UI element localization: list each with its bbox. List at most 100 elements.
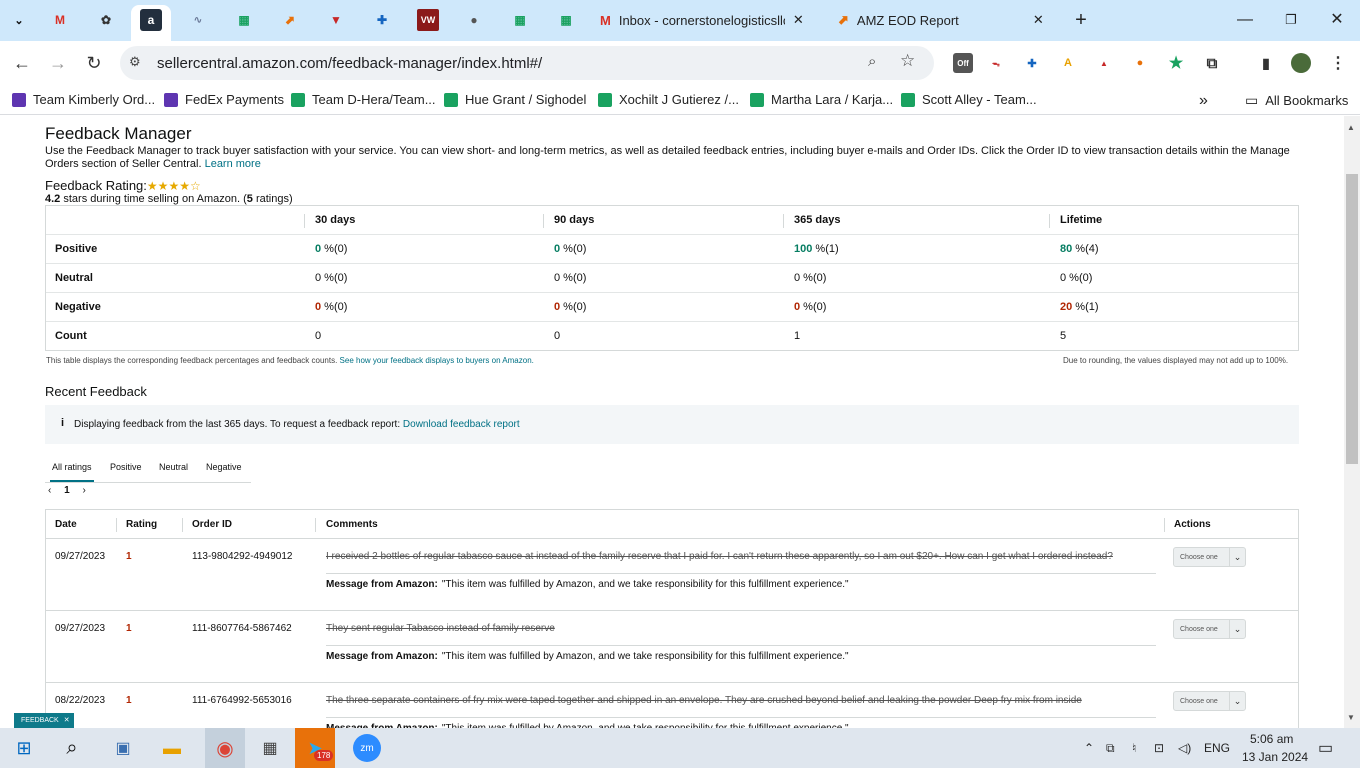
extension-icon[interactable]: ●: [1130, 53, 1150, 73]
sheets-tab-icon[interactable]: ▦: [509, 9, 531, 31]
search-icon[interactable]: ⌕: [57, 733, 87, 763]
divider: [326, 717, 1156, 718]
windows-start-icon[interactable]: ⊞: [9, 733, 39, 763]
info-text: Displaying feedback from the last 365 da…: [74, 419, 520, 430]
telegram-taskbar-button[interactable]: ➤: [295, 728, 335, 768]
alert-extension-icon[interactable]: ▲: [1094, 53, 1114, 73]
chrome-taskbar-button[interactable]: ◉: [205, 728, 245, 768]
app-tab-icon[interactable]: ⬈: [279, 9, 301, 31]
cell-unit: %(0): [1066, 272, 1093, 284]
back-button[interactable]: ←: [9, 50, 35, 76]
more-bookmarks-chevron-icon[interactable]: »: [1199, 92, 1208, 110]
tab-negative[interactable]: Negative: [206, 462, 242, 472]
reload-button[interactable]: ↻: [81, 50, 107, 76]
close-window-button[interactable]: ✕: [1324, 8, 1350, 32]
notifications-icon[interactable]: ▭: [1318, 738, 1333, 758]
profile-avatar[interactable]: [1291, 53, 1311, 73]
tab-positive[interactable]: Positive: [110, 462, 142, 472]
extension-icon[interactable]: A: [1058, 53, 1078, 73]
chatgpt-tab-icon[interactable]: ✿: [95, 9, 117, 31]
zoom-app-icon[interactable]: zm: [353, 734, 381, 762]
sheets-tab-icon[interactable]: ▦: [233, 9, 255, 31]
close-tab-icon[interactable]: ✕: [1033, 12, 1044, 28]
clock-date[interactable]: 13 Jan 2024: [1242, 750, 1308, 764]
scroll-up-icon[interactable]: ▲: [1347, 123, 1355, 132]
calculator-icon[interactable]: ▦: [255, 733, 285, 763]
tab-inbox[interactable]: M Inbox - cornerstonelogisticsllc2 ✕: [600, 5, 822, 35]
volume-icon[interactable]: ◁): [1178, 741, 1191, 755]
current-page[interactable]: 1: [64, 485, 70, 496]
message-text: "This item was fulfilled by Amazon, and …: [441, 579, 849, 590]
cast-icon[interactable]: ⧉: [1106, 741, 1115, 756]
bookmark-item[interactable]: Team D-Hera/Team...: [291, 92, 436, 107]
chevron-down-icon[interactable]: ⌄: [1229, 548, 1245, 566]
close-icon[interactable]: ✕: [64, 717, 70, 724]
clock-time[interactable]: 5:06 am: [1250, 732, 1293, 746]
star-filled-icon: ★: [179, 179, 190, 193]
column-header-actions: Actions: [1174, 519, 1211, 530]
off-extension-icon[interactable]: Off: [953, 53, 973, 73]
star-extension-icon[interactable]: ★: [1166, 53, 1186, 73]
learn-more-link[interactable]: Learn more: [205, 158, 261, 170]
all-bookmarks-button[interactable]: ▭ All Bookmarks: [1245, 92, 1348, 109]
order-id-link[interactable]: 111-8607764-5867462: [192, 623, 292, 634]
new-tab-button[interactable]: +: [1068, 8, 1094, 32]
prev-page-button[interactable]: ‹: [48, 485, 51, 496]
zoom-icon[interactable]: ⌕: [868, 53, 876, 70]
shield-tab-icon[interactable]: ▼: [325, 9, 347, 31]
gmail-tab-icon[interactable]: M: [49, 9, 71, 31]
side-panel-icon[interactable]: ▮: [1256, 53, 1276, 73]
cell-unit: %(0): [800, 301, 827, 313]
url-text[interactable]: sellercentral.amazon.com/feedback-manage…: [157, 55, 542, 72]
network-icon[interactable]: ⊡: [1154, 741, 1164, 755]
show-hidden-icons[interactable]: ⌃: [1084, 741, 1094, 755]
site-info-icon[interactable]: ⚙: [129, 54, 141, 70]
bookmark-item[interactable]: Xochilt J Gutierez /...: [598, 92, 739, 107]
bookmark-item[interactable]: Martha Lara / Karja...: [750, 92, 893, 107]
forward-button[interactable]: →: [45, 50, 71, 76]
tab-amz-eod-report[interactable]: ⬈ AMZ EOD Report ✕: [838, 5, 1058, 35]
choose-action-dropdown[interactable]: Choose one ⌄: [1173, 547, 1246, 567]
feedback-badge[interactable]: FEEDBACK ✕: [14, 713, 74, 728]
bookmark-star-icon[interactable]: ☆: [900, 51, 915, 71]
next-page-button[interactable]: ›: [82, 485, 85, 496]
order-id-link[interactable]: 111-6764992-5653016: [192, 695, 292, 706]
scroll-down-icon[interactable]: ▼: [1347, 713, 1355, 722]
minimize-button[interactable]: —: [1232, 8, 1258, 32]
divider: [182, 518, 183, 532]
globe-tab-icon[interactable]: ●: [463, 9, 485, 31]
desktop-app-icon[interactable]: ▣: [108, 733, 138, 763]
file-explorer-icon[interactable]: ▬: [157, 733, 187, 763]
language-indicator[interactable]: ENG: [1204, 741, 1230, 755]
tab-neutral[interactable]: Neutral: [159, 462, 188, 472]
menu-kebab-icon[interactable]: ⋮: [1328, 53, 1348, 73]
extension-icon[interactable]: ᯓ: [986, 53, 1006, 73]
amazon-tab-icon[interactable]: a: [140, 9, 162, 31]
bookmark-item[interactable]: Team Kimberly Ord...: [12, 92, 155, 107]
extension-icon[interactable]: ✚: [1022, 53, 1042, 73]
site-tab-icon[interactable]: ∿: [187, 9, 209, 31]
tab-search-chevron-icon[interactable]: ⌄: [8, 9, 30, 31]
order-id-link[interactable]: 113-9804292-4949012: [192, 551, 292, 562]
download-report-link[interactable]: Download feedback report: [403, 419, 520, 430]
choose-action-dropdown[interactable]: Choose one ⌄: [1173, 691, 1246, 711]
chevron-down-icon[interactable]: ⌄: [1229, 692, 1245, 710]
restore-button[interactable]: ❐: [1278, 8, 1304, 32]
bookmark-item[interactable]: Scott Alley - Team...: [901, 92, 1037, 107]
choose-action-dropdown[interactable]: Choose one ⌄: [1173, 619, 1246, 639]
feedback-comment: They sent regular Tabasco instead of fam…: [326, 623, 555, 634]
sheets-tab-icon[interactable]: ▦: [555, 9, 577, 31]
chevron-down-icon[interactable]: ⌄: [1229, 620, 1245, 638]
scrollbar-thumb[interactable]: [1346, 174, 1358, 464]
tab-all-ratings[interactable]: All ratings: [52, 462, 92, 472]
web-tab-icon[interactable]: ✚: [371, 9, 393, 31]
microphone-icon[interactable]: ♮: [1132, 741, 1136, 755]
extensions-puzzle-icon[interactable]: ⧉: [1202, 53, 1222, 73]
sheets-icon: [901, 92, 915, 107]
see-feedback-link[interactable]: See how your feedback displays to buyers…: [340, 356, 534, 365]
close-tab-icon[interactable]: ✕: [793, 12, 804, 28]
vw-tab-icon[interactable]: VW: [417, 9, 439, 31]
bookmark-item[interactable]: Hue Grant / Sighodel: [444, 92, 586, 107]
bookmark-item[interactable]: FedEx Payments: [164, 92, 284, 107]
table-cell: 0 %(0): [794, 301, 826, 313]
